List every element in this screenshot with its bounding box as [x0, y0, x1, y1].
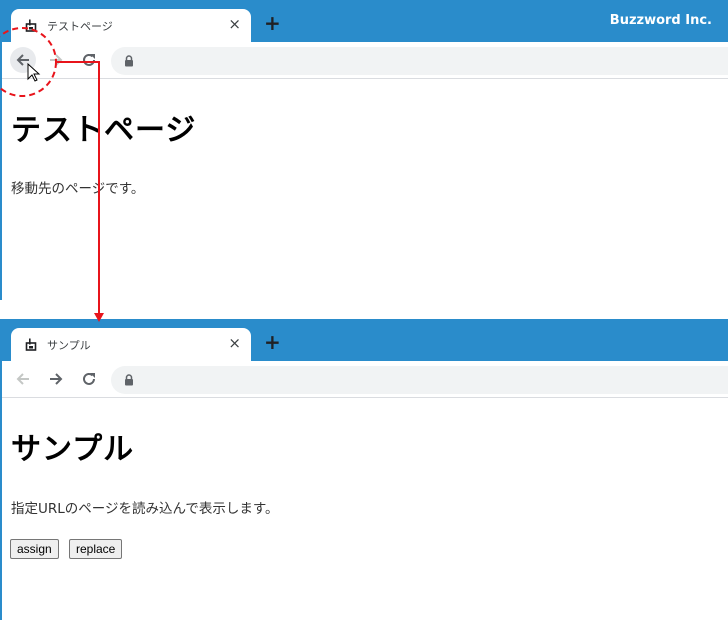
browser-toolbar [2, 42, 728, 79]
tab-title: サンプル [47, 339, 91, 352]
forward-button[interactable] [43, 366, 69, 392]
arrow-right-icon [50, 54, 63, 66]
arrow-right-icon [50, 373, 63, 385]
reload-button[interactable] [76, 366, 102, 392]
browser-window-bottom: サンプル × + サンプル 指定URLのページを読み込んで表示します。 assi… [0, 319, 728, 620]
page-heading: テストページ [11, 113, 197, 148]
reload-button[interactable] [76, 47, 102, 73]
forward-button[interactable] [43, 47, 69, 73]
brand-label: Buzzword Inc. [609, 13, 712, 28]
reload-icon [83, 372, 95, 385]
back-button[interactable] [10, 366, 36, 392]
arrow-left-icon [16, 373, 29, 385]
page-heading: サンプル [11, 432, 135, 467]
address-bar[interactable] [111, 366, 728, 394]
title-bar: テストページ × + Buzzword Inc. [2, 0, 728, 43]
browser-tab[interactable]: テストページ × [11, 9, 251, 43]
new-tab-button[interactable]: + [264, 13, 281, 33]
lock-icon [125, 55, 133, 67]
close-tab-icon[interactable]: × [228, 333, 241, 353]
title-bar: サンプル × + [2, 319, 728, 362]
replace-button[interactable]: replace [69, 539, 123, 559]
page-favicon-icon [25, 19, 37, 32]
tab-title: テストページ [47, 20, 113, 33]
browser-tab[interactable]: サンプル × [11, 328, 251, 362]
close-tab-icon[interactable]: × [228, 14, 241, 34]
new-tab-button[interactable]: + [264, 332, 281, 352]
reload-icon [83, 53, 95, 66]
address-bar[interactable] [111, 47, 728, 75]
page-paragraph: 移動先のページです。 [11, 181, 145, 197]
page-favicon-icon [25, 338, 37, 351]
browser-window-top: テストページ × + Buzzword Inc. テストページ 移動先のページで… [0, 0, 728, 300]
page-paragraph: 指定URLのページを読み込んで表示します。 [11, 501, 279, 517]
mouse-cursor-icon [27, 63, 41, 82]
assign-button[interactable]: assign [10, 539, 59, 559]
lock-icon [125, 374, 133, 386]
browser-toolbar [2, 361, 728, 398]
